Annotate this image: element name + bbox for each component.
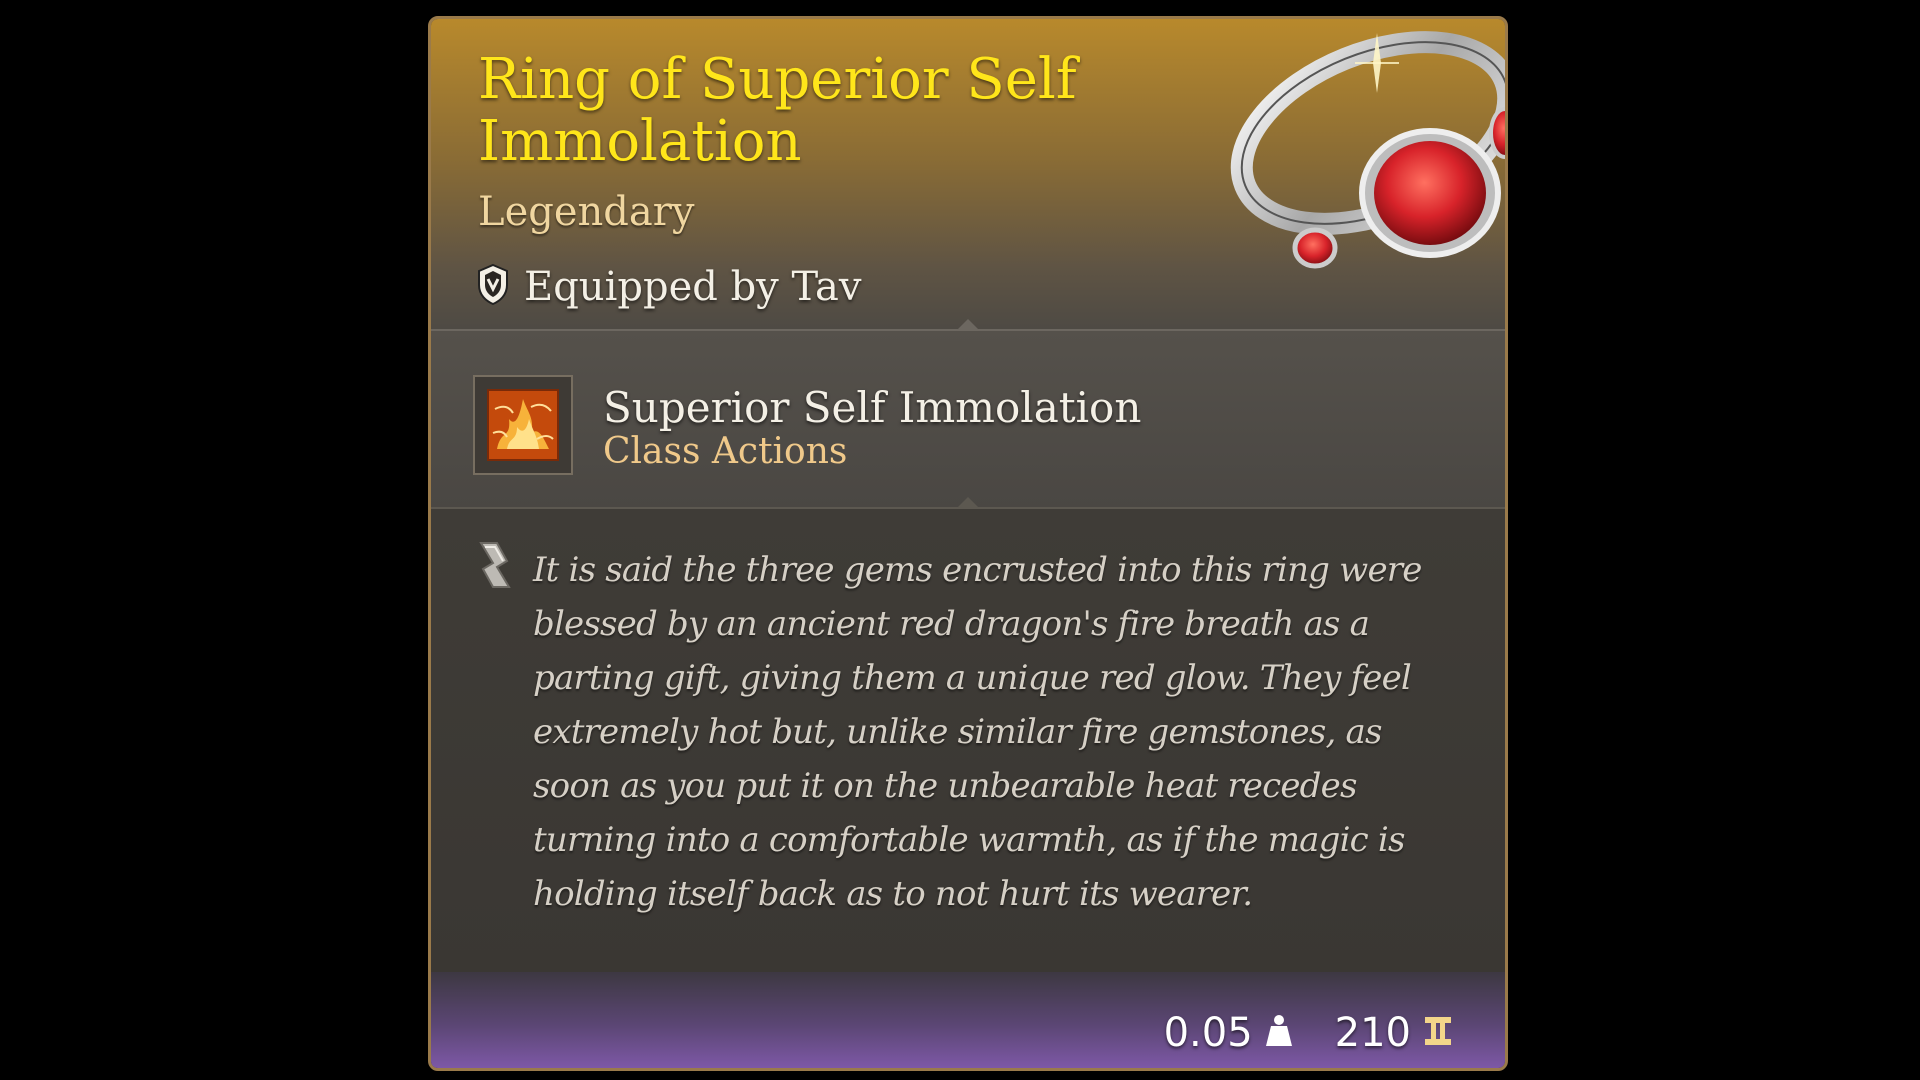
item-rarity: Legendary xyxy=(478,189,695,235)
action-type: Class Actions xyxy=(603,431,848,472)
weight-icon xyxy=(1265,1014,1293,1053)
ring-icon xyxy=(1205,23,1505,283)
item-tooltip: Ring of Superior Self Immolation Legenda… xyxy=(428,16,1508,1071)
footer-stats: 0.05 210 xyxy=(1164,1010,1453,1056)
item-title: Ring of Superior Self Immolation xyxy=(478,47,1077,174)
gold-coin-icon xyxy=(1423,1015,1453,1052)
scroll-icon xyxy=(479,542,511,588)
helmet-icon xyxy=(476,263,510,310)
description-area: It is said the three gems encrusted into… xyxy=(431,497,1505,974)
flame-action-icon xyxy=(487,389,559,461)
tooltip-header: Ring of Superior Self Immolation Legenda… xyxy=(431,19,1505,329)
equipped-label: Equipped by Tav xyxy=(524,263,862,310)
action-icon-frame xyxy=(473,375,573,475)
tooltip-footer: 0.05 210 xyxy=(431,972,1505,1068)
weight-value: 0.05 xyxy=(1163,1010,1253,1056)
action-name: Superior Self Immolation xyxy=(603,383,1142,432)
action-row[interactable]: Superior Self Immolation Class Actions xyxy=(431,319,1505,509)
equipped-status: Equipped by Tav xyxy=(476,263,862,310)
divider-notch xyxy=(956,319,980,331)
divider-notch xyxy=(956,497,980,509)
item-description: It is said the three gems encrusted into… xyxy=(533,550,1422,914)
gold-value: 210 xyxy=(1334,1010,1411,1056)
